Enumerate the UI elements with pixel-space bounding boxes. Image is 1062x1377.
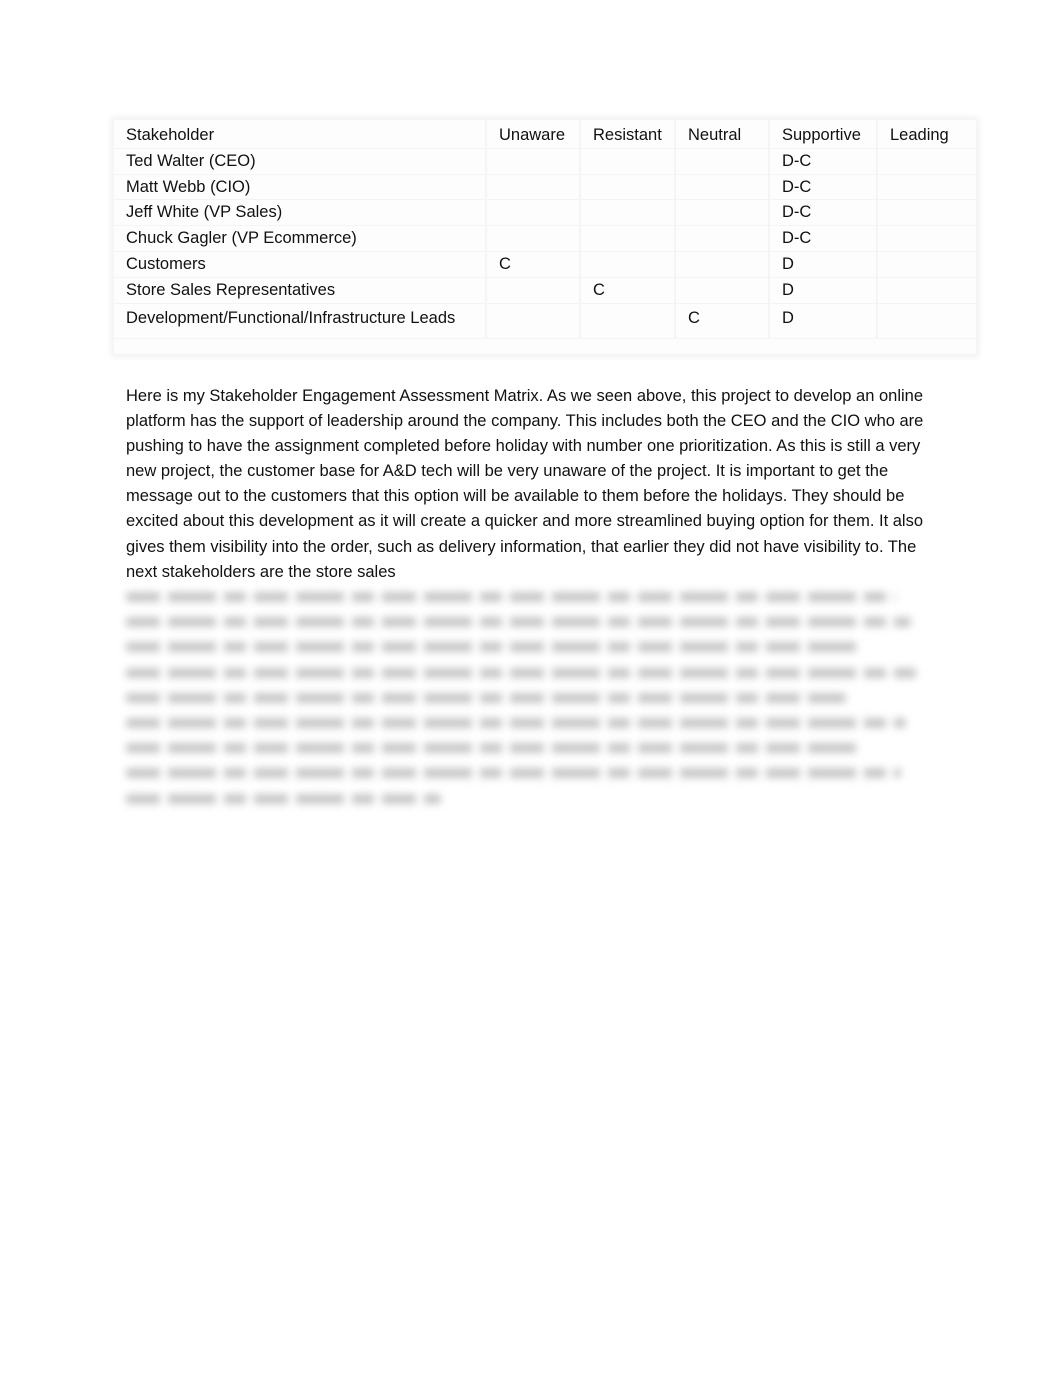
cell-leading <box>877 303 976 339</box>
cell-resistant <box>580 251 675 277</box>
header-unaware: Unaware <box>486 120 580 148</box>
blurred-line <box>126 692 846 703</box>
cell-stakeholder: Chuck Gagler (VP Ecommerce) <box>114 226 486 252</box>
cell-unaware <box>486 226 580 252</box>
blurred-text-preview <box>126 592 926 819</box>
cell-supportive: D <box>769 277 877 303</box>
matrix-row: Ted Walter (CEO) D-C <box>114 148 976 174</box>
cell-unaware: C <box>486 251 580 277</box>
cell-unaware <box>486 303 580 339</box>
assessment-paragraph: Here is my Stakeholder Engagement Assess… <box>126 387 924 581</box>
blurred-line <box>126 717 906 728</box>
header-neutral: Neutral <box>675 120 769 148</box>
cell-resistant <box>580 226 675 252</box>
cell-neutral <box>675 148 769 174</box>
matrix-row: Store Sales Representatives C D <box>114 277 976 303</box>
matrix-row: Customers C D <box>114 251 976 277</box>
cell-stakeholder: Store Sales Representatives <box>114 277 486 303</box>
blurred-line <box>126 667 916 678</box>
cell-neutral <box>675 226 769 252</box>
cell-supportive: D-C <box>769 148 877 174</box>
matrix-row: Jeff White (VP Sales) D-C <box>114 200 976 226</box>
blurred-line <box>126 768 901 779</box>
header-supportive: Supportive <box>769 120 877 148</box>
cell-neutral <box>675 251 769 277</box>
document-page: Stakeholder Unaware Resistant Neutral Su… <box>0 0 1062 1377</box>
blurred-line <box>126 617 911 628</box>
blurred-line <box>126 592 896 602</box>
blurred-line <box>126 743 861 754</box>
cell-leading <box>877 200 976 226</box>
cell-neutral <box>675 174 769 200</box>
cell-neutral <box>675 200 769 226</box>
cell-resistant <box>580 200 675 226</box>
cell-supportive: D-C <box>769 200 877 226</box>
cell-supportive: D-C <box>769 226 877 252</box>
blurred-line <box>126 793 441 804</box>
matrix-header-row: Stakeholder Unaware Resistant Neutral Su… <box>114 120 976 148</box>
cell-neutral <box>675 277 769 303</box>
matrix-table: Stakeholder Unaware Resistant Neutral Su… <box>114 120 976 339</box>
cell-stakeholder: Matt Webb (CIO) <box>114 174 486 200</box>
stakeholder-engagement-matrix: Stakeholder Unaware Resistant Neutral Su… <box>114 120 976 354</box>
cell-resistant <box>580 303 675 339</box>
cell-stakeholder: Customers <box>114 251 486 277</box>
cell-resistant <box>580 174 675 200</box>
cell-leading <box>877 277 976 303</box>
blurred-line <box>126 642 861 653</box>
cell-unaware <box>486 174 580 200</box>
matrix-row: Development/Functional/Infrastructure Le… <box>114 303 976 339</box>
cell-neutral: C <box>675 303 769 339</box>
cell-leading <box>877 251 976 277</box>
cell-stakeholder: Ted Walter (CEO) <box>114 148 486 174</box>
header-resistant: Resistant <box>580 120 675 148</box>
cell-stakeholder: Development/Functional/Infrastructure Le… <box>114 303 486 339</box>
cell-unaware <box>486 277 580 303</box>
cell-unaware <box>486 148 580 174</box>
matrix-row: Matt Webb (CIO) D-C <box>114 174 976 200</box>
cell-stakeholder: Jeff White (VP Sales) <box>114 200 486 226</box>
cell-supportive: D-C <box>769 174 877 200</box>
header-leading: Leading <box>877 120 976 148</box>
cell-leading <box>877 174 976 200</box>
cell-supportive: D <box>769 251 877 277</box>
cell-resistant <box>580 148 675 174</box>
cell-leading <box>877 226 976 252</box>
cell-leading <box>877 148 976 174</box>
matrix-row: Chuck Gagler (VP Ecommerce) D-C <box>114 226 976 252</box>
cell-unaware <box>486 200 580 226</box>
cell-supportive: D <box>769 303 877 339</box>
cell-resistant: C <box>580 277 675 303</box>
header-stakeholder: Stakeholder <box>114 120 486 148</box>
